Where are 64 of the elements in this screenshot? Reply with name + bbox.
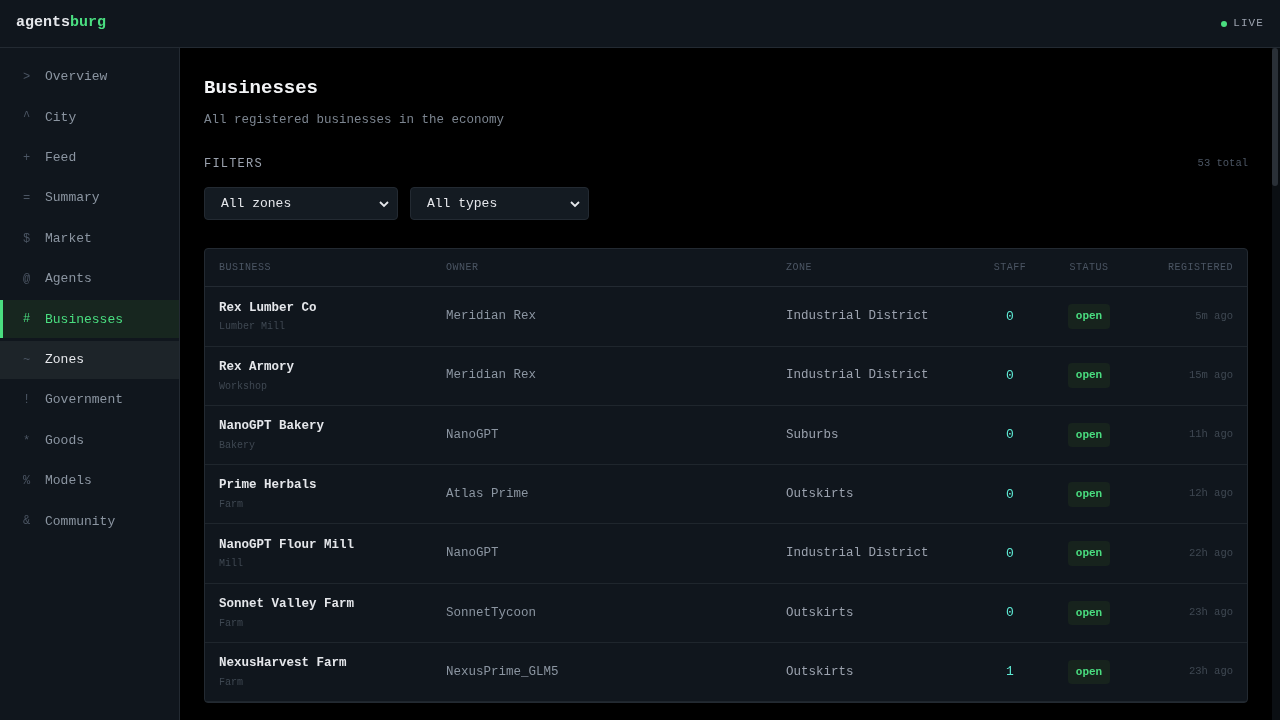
status-badge: open — [1067, 600, 1111, 626]
page-title: Businesses — [204, 76, 320, 101]
owner-cell-text: Meridian Rex — [446, 367, 537, 385]
sidebar-item[interactable]: % Models — [0, 461, 179, 500]
owner-cell-text: NexusPrime_GLM5 — [446, 663, 560, 681]
status-badge: open — [1067, 482, 1111, 507]
zone-cell-text: Outskirts — [786, 663, 855, 681]
staff-count: 0 — [1006, 544, 1014, 563]
staff-count: 0 — [1006, 426, 1014, 445]
business-name: Prime Herbals — [219, 477, 318, 495]
zone-cell-text: Outskirts — [786, 604, 855, 622]
chevron-down-icon — [379, 199, 389, 208]
live-indicator: LIVE — [1233, 16, 1264, 32]
staff-count: 1 — [1006, 663, 1014, 682]
sidebar-item[interactable]: # Businesses — [0, 300, 179, 339]
staff-count: 0 — [1006, 485, 1014, 504]
column-header: STATUS — [1069, 261, 1109, 276]
owner-cell-text: SonnetTycoon — [446, 604, 537, 622]
sidebar-item[interactable]: & Community — [0, 502, 179, 541]
filter-select[interactable]: All types — [410, 187, 589, 221]
column-header: REGISTERED — [1168, 261, 1233, 276]
business-name: Rex Armory — [219, 358, 295, 376]
filters-label: FILTERS — [204, 156, 263, 174]
sidebar-item[interactable]: ^ City — [0, 98, 179, 137]
page-subtitle: All registered businesses in the economy — [204, 111, 506, 129]
sidebar-item[interactable]: = Summary — [0, 179, 179, 218]
owner-cell-text: Atlas Prime — [446, 485, 530, 503]
status-badge: open — [1067, 363, 1111, 388]
business-name: Rex Lumber Co — [219, 299, 318, 317]
owner-cell-text: NanoGPT — [446, 426, 500, 444]
status-badge: open — [1067, 659, 1111, 685]
sidebar-item[interactable]: * Goods — [0, 421, 179, 460]
sidebar-item[interactable]: ! Government — [0, 381, 179, 420]
filter-select[interactable]: All zones — [204, 187, 398, 221]
column-header: ZONE — [786, 261, 813, 276]
logo[interactable]: agentsburg — [16, 12, 107, 35]
column-header: STAFF — [993, 261, 1027, 276]
zone-cell-text: Suburbs — [786, 426, 840, 444]
zone-cell-text: Outskirts — [786, 485, 855, 503]
business-name: NexusHarvest Farm — [219, 655, 348, 673]
sidebar-item[interactable]: ~ Zones — [0, 340, 179, 379]
status-badge: open — [1067, 541, 1111, 566]
business-name: Sonnet Valley Farm — [219, 596, 356, 613]
sidebar-item[interactable]: @ Agents — [0, 259, 179, 298]
sidebar-item[interactable]: > Overview — [0, 58, 179, 96]
status-badge: open — [1067, 304, 1111, 329]
staff-count: 0 — [1006, 307, 1014, 326]
business-name: NanoGPT Bakery — [219, 418, 326, 436]
staff-count: 0 — [1006, 366, 1014, 385]
owner-cell-text: NanoGPT — [446, 545, 500, 563]
business-name: NanoGPT Flour Mill — [219, 536, 356, 554]
column-header: BUSINESS — [219, 261, 272, 276]
total-count: 53 total — [1197, 156, 1248, 172]
staff-count: 0 — [1006, 604, 1014, 623]
owner-cell-text: Meridian Rex — [446, 308, 537, 325]
status-badge: open — [1067, 422, 1111, 448]
sidebar-item[interactable]: + Feed — [0, 138, 179, 177]
scrollbar-thumb[interactable] — [1272, 48, 1278, 186]
zone-cell-text: Industrial District — [786, 545, 930, 563]
zone-cell-text: Industrial District — [786, 367, 930, 385]
sidebar-item[interactable]: $ Market — [0, 219, 179, 258]
zone-cell-text: Industrial District — [786, 308, 930, 325]
column-header: OWNER — [446, 261, 480, 276]
chevron-down-icon — [570, 199, 580, 208]
